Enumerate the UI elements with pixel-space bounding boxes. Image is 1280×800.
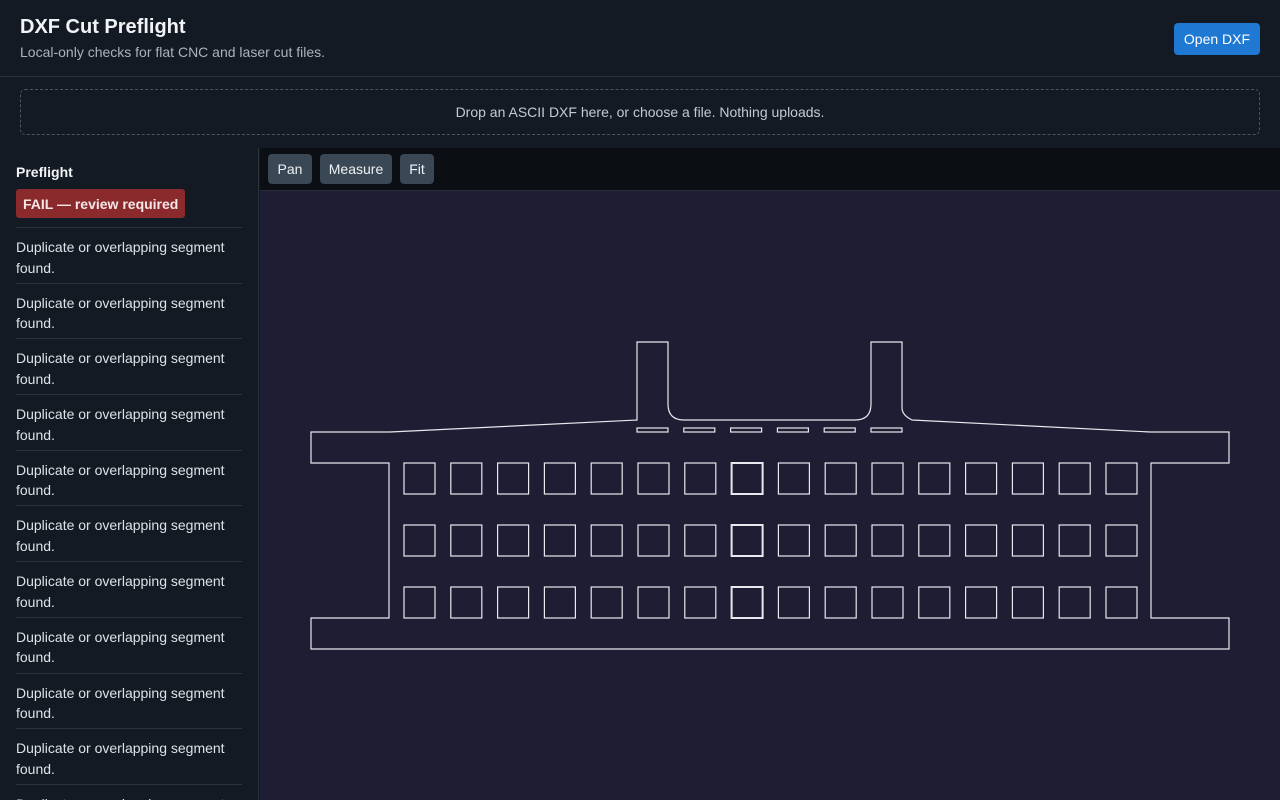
hole-cutout [1011, 462, 1045, 495]
hole-cutout [684, 524, 717, 557]
pan-button[interactable]: Pan [268, 154, 312, 184]
hole-cutout [403, 524, 436, 557]
hole-cutout [730, 462, 764, 495]
issue-item: Duplicate or overlapping segment found. [16, 728, 242, 784]
part-outline [310, 341, 1230, 650]
issue-item: Duplicate or overlapping segment found. [16, 394, 242, 450]
issue-item: Duplicate or overlapping segment found. [16, 449, 242, 506]
hole-cutout [637, 524, 670, 557]
part-geometry [310, 341, 1230, 650]
hole-cutout [871, 524, 904, 557]
preflight-sidebar[interactable]: Preflight FAIL — review required Duplica… [0, 148, 259, 800]
open-dxf-button[interactable]: Open DXF [1174, 23, 1260, 55]
app-header: DXF Cut Preflight Local-only checks for … [0, 0, 1280, 77]
issue-item: Duplicate or overlapping segment found. [16, 338, 242, 394]
hole-cutout [637, 586, 670, 619]
hole-cutout [684, 462, 717, 495]
hole-cutout [543, 586, 576, 619]
slot-cutout [870, 427, 903, 433]
hole-cutout [403, 586, 436, 619]
issue-item: Duplicate or overlapping segment found. [16, 282, 242, 339]
hole-cutout [824, 462, 857, 495]
hole-cutout [684, 586, 717, 619]
dxf-canvas[interactable] [260, 192, 1280, 800]
hole-cutout [1058, 462, 1091, 495]
app-subtitle: Local-only checks for flat CNC and laser… [20, 44, 326, 60]
issue-item: Duplicate or overlapping segment found. [16, 616, 242, 673]
hole-cutout [730, 586, 764, 619]
issue-item: Duplicate or overlapping segment found. [16, 227, 242, 283]
hole-cutout [918, 524, 951, 557]
hole-cutout [1011, 524, 1045, 557]
preflight-heading: Preflight [16, 164, 73, 180]
hole-cutout [824, 524, 857, 557]
hole-cutout [450, 586, 483, 619]
hole-cutout [777, 586, 811, 619]
hole-cutout [543, 462, 576, 495]
hole-cutout [918, 586, 951, 619]
hole-cutout [1105, 524, 1138, 557]
hole-cutout [964, 462, 998, 495]
issue-item: Duplicate or overlapping segment found. [16, 561, 242, 617]
hole-cutout [543, 524, 576, 557]
hole-cutout [497, 462, 530, 495]
dropzone-text: Drop an ASCII DXF here, or choose a file… [455, 104, 825, 120]
hole-cutout [450, 462, 483, 495]
issue-item: Duplicate or overlapping segment found. [16, 672, 242, 729]
file-dropzone[interactable]: Drop an ASCII DXF here, or choose a file… [20, 89, 1260, 135]
hole-cutout [1011, 586, 1045, 619]
hole-cutout [1058, 586, 1091, 619]
status-badge: FAIL — review required [16, 189, 186, 218]
measure-button[interactable]: Measure [320, 154, 392, 184]
hole-cutout [777, 462, 811, 495]
hole-cutout [637, 462, 670, 495]
hole-cutout [730, 524, 764, 557]
hole-cutout [777, 524, 811, 557]
issue-item: Duplicate or overlapping segment found. [16, 783, 242, 800]
hole-cutout [964, 586, 998, 619]
hole-cutout [497, 586, 530, 619]
hole-cutout [824, 586, 857, 619]
hole-cutout [964, 524, 998, 557]
slot-cutout [730, 427, 763, 433]
hole-cutout [1058, 524, 1091, 557]
slot-cutout [636, 427, 669, 433]
slot-cutout [683, 427, 716, 433]
fit-button[interactable]: Fit [400, 154, 434, 184]
hole-cutout [871, 586, 904, 619]
hole-cutout [590, 586, 623, 619]
hole-cutout [1105, 586, 1138, 619]
slot-cutout [823, 427, 856, 433]
hole-cutout [590, 524, 623, 557]
hole-grid [403, 462, 1138, 619]
slot-cutout [776, 427, 810, 433]
hole-cutout [1105, 462, 1138, 495]
hole-cutout [918, 462, 951, 495]
hole-cutout [497, 524, 530, 557]
hole-cutout [403, 462, 436, 495]
hole-cutout [871, 462, 904, 495]
viewer-toolbar: Pan Measure Fit [260, 148, 1280, 191]
viewer-panel: Pan Measure Fit [260, 148, 1280, 800]
hole-cutout [590, 462, 623, 495]
issue-list: Duplicate or overlapping segment found. … [16, 227, 242, 800]
app-title: DXF Cut Preflight [20, 16, 186, 38]
slot-row [636, 427, 903, 433]
issue-item: Duplicate or overlapping segment found. [16, 505, 242, 561]
hole-cutout [450, 524, 483, 557]
